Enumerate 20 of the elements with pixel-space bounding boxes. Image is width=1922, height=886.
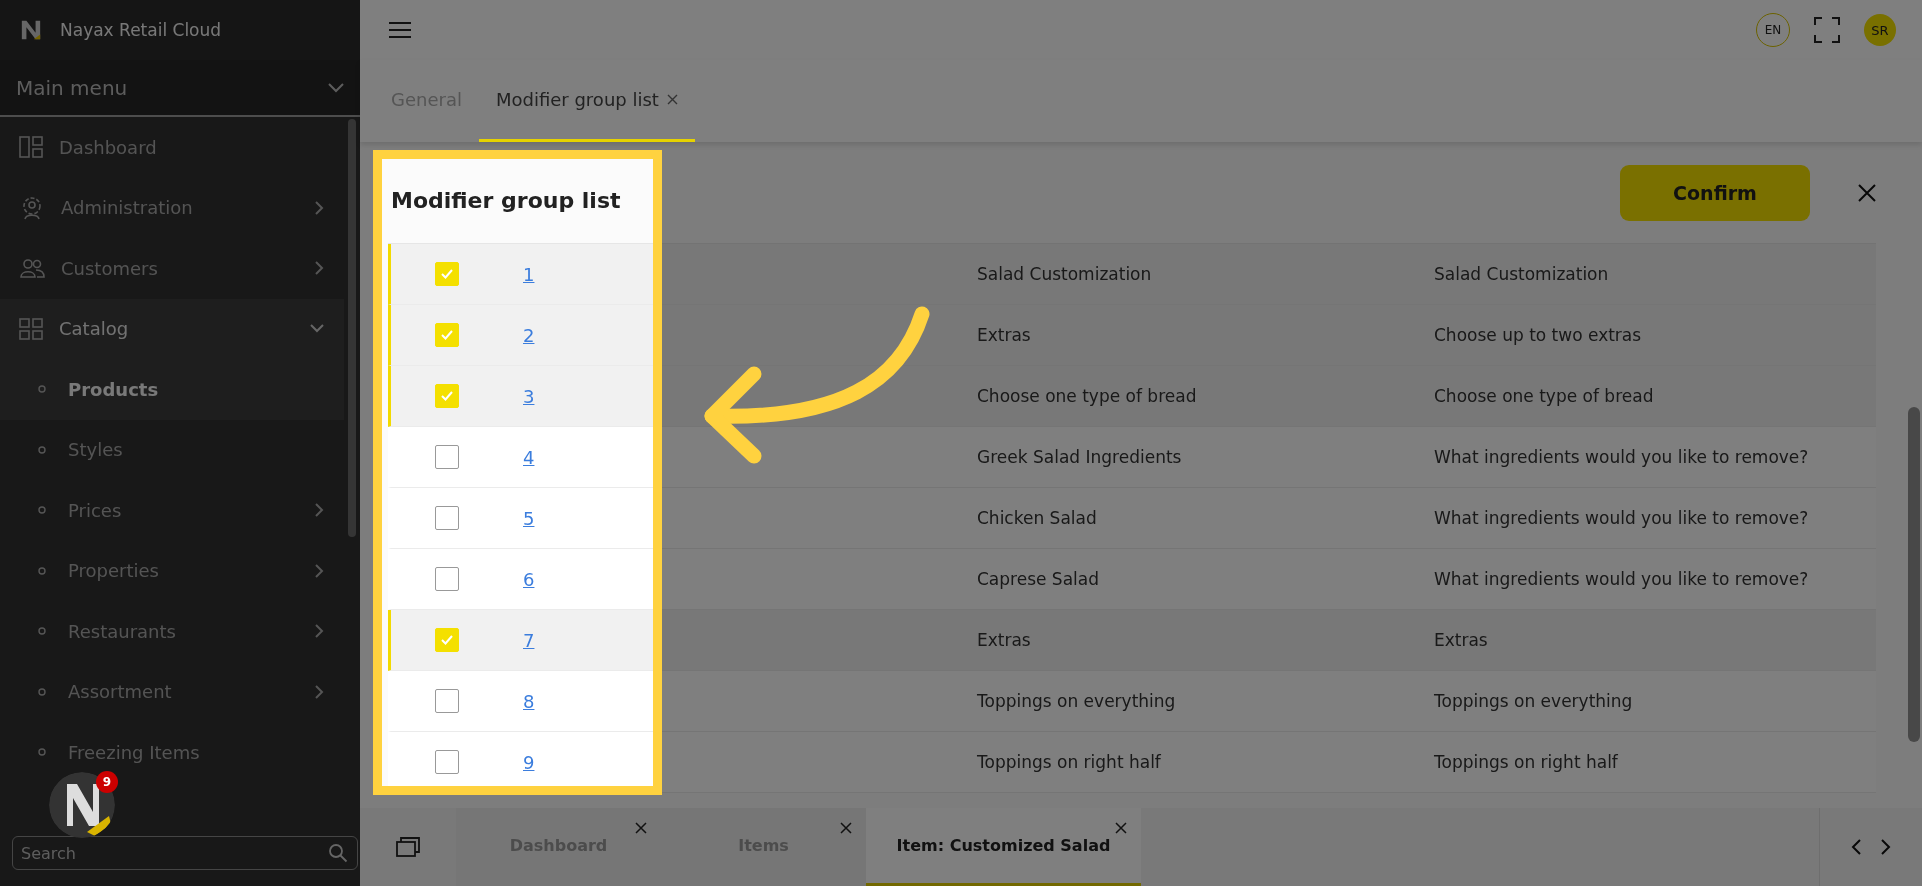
table-cell: Chicken Salad [977, 508, 1097, 528]
table-cell: Greek Salad Ingredients [977, 447, 1182, 467]
table-cell: Choose one type of bread [1434, 386, 1654, 406]
table-cell: Toppings on everything [1434, 691, 1633, 711]
table-cell: Extras [1434, 630, 1488, 650]
table-cell: Toppings on right half [1434, 752, 1618, 772]
table-cell: Choose up to two extras [1434, 325, 1642, 345]
table-cell: Caprese Salad [977, 569, 1099, 589]
table-cell: Toppings on everything [977, 691, 1176, 711]
table-cell: Toppings on right half [977, 752, 1161, 772]
table-cell: Extras [977, 630, 1031, 650]
table-cell: What ingredients would you like to remove? [1434, 569, 1809, 589]
table-cell: Choose one type of bread [977, 386, 1197, 406]
table-cell: Extras [977, 325, 1031, 345]
table-cell: What ingredients would you like to remove? [1434, 508, 1809, 528]
app-title: Nayax Retail Cloud [60, 20, 222, 40]
panel-title: Modifier group list [391, 187, 621, 213]
table-cell: What ingredients would you like to remove? [1434, 447, 1809, 467]
table-cell: Salad Customization [977, 264, 1152, 284]
table-cell: Salad Customization [1434, 264, 1609, 284]
